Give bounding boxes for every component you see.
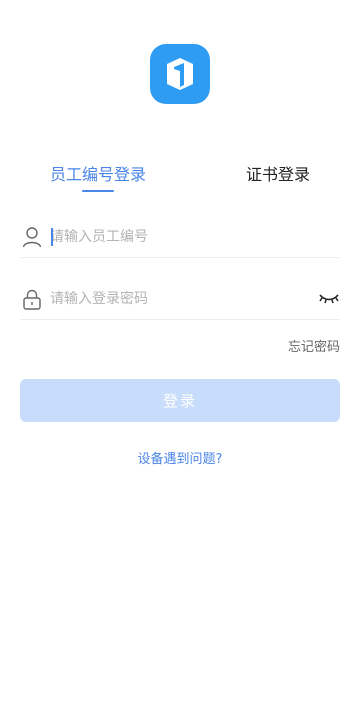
app-logo-icon (150, 44, 210, 104)
employee-id-field (20, 218, 340, 258)
tab-certificate-login[interactable]: 证书登录 (246, 160, 310, 190)
password-field (20, 280, 340, 320)
device-help-link[interactable]: 设备遇到问题? (0, 448, 360, 467)
employee-id-input[interactable] (50, 218, 310, 256)
tab-employee-id-login[interactable]: 员工编号登录 (50, 160, 146, 190)
login-tabs: 员工编号登录 证书登录 (20, 160, 340, 196)
lock-icon (23, 289, 41, 310)
eye-closed-icon[interactable] (318, 290, 340, 306)
text-caret (51, 228, 53, 246)
user-icon (22, 227, 42, 248)
password-input[interactable] (50, 280, 310, 318)
active-tab-indicator (82, 190, 114, 192)
login-button[interactable]: 登录 (20, 379, 340, 422)
forgot-password-link[interactable]: 忘记密码 (288, 336, 340, 355)
